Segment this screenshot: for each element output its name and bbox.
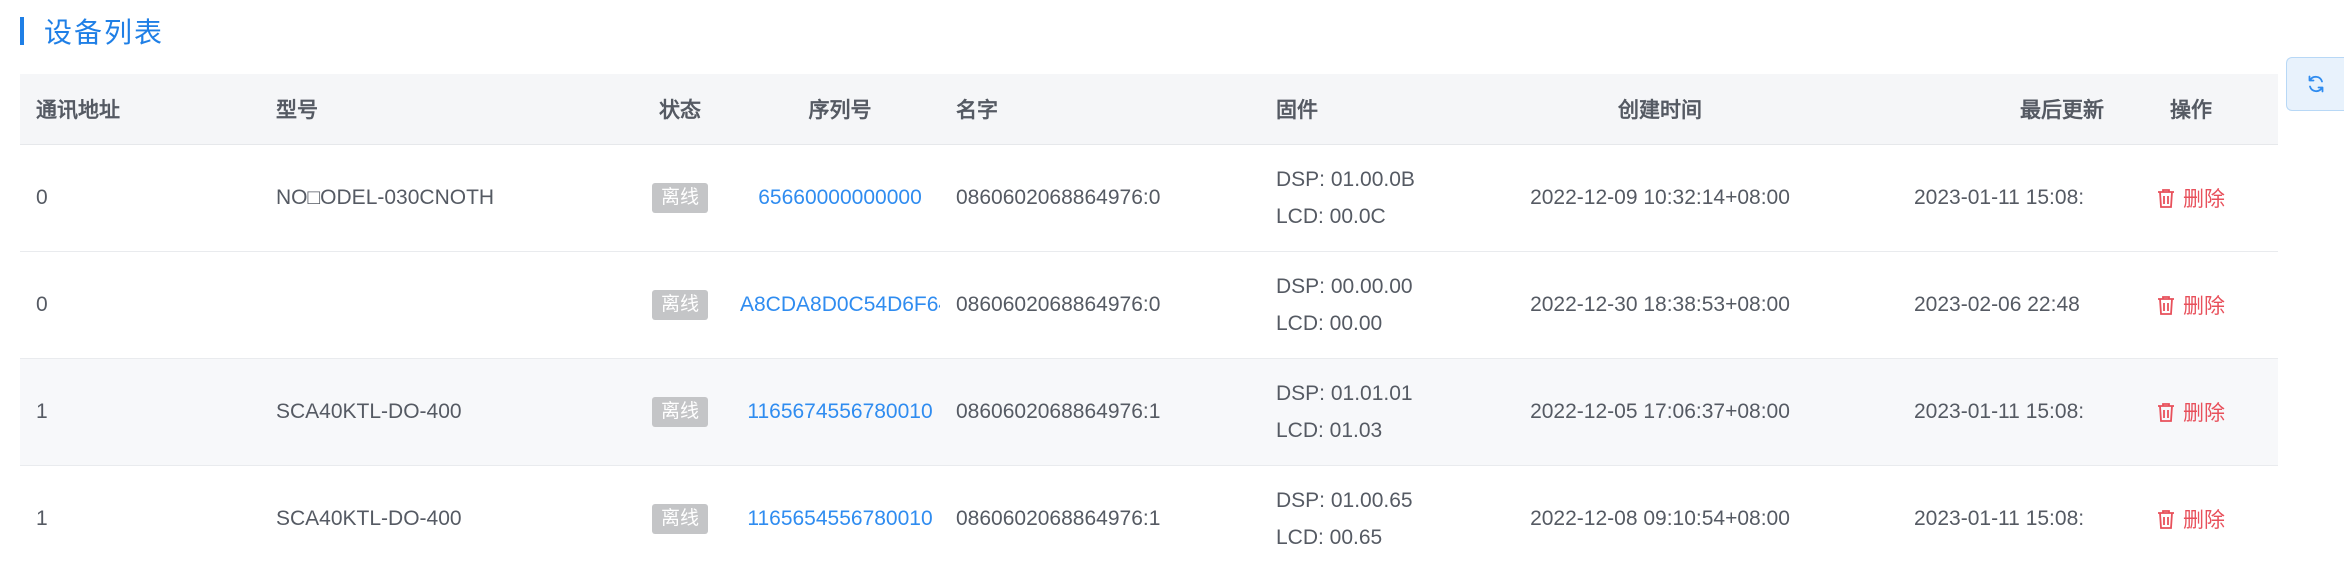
firmware-dsp: DSP: 01.01.01: [1276, 382, 1413, 405]
cell-updated: 2023-01-11 15:08:: [1840, 358, 2104, 466]
header-serial[interactable]: 序列号: [740, 74, 940, 145]
cell-model: NO□ODEL-030CNOTH: [260, 144, 620, 252]
header-address[interactable]: 通讯地址: [20, 74, 260, 145]
serial-link[interactable]: A8CDA8D0C54D6F64: [740, 293, 940, 316]
cell-actions: 删除: [2104, 358, 2278, 466]
status-badge: 离线: [651, 183, 708, 213]
table-row: 1 SCA40KTL-DO-400 离线 1165654556780010 08…: [20, 465, 2278, 567]
cell-status: 离线: [620, 465, 740, 567]
cell-created: 2022-12-09 10:32:14+08:00: [1480, 144, 1840, 252]
refresh-button[interactable]: [2286, 57, 2344, 111]
cell-name: 0860602068864976:1: [940, 465, 1260, 567]
cell-address: 0: [20, 144, 260, 252]
cell-updated: 2023-01-11 15:08:: [1840, 144, 2104, 252]
cell-status: 离线: [620, 358, 740, 466]
cell-actions: 删除: [2104, 465, 2278, 567]
header-name[interactable]: 名字: [940, 74, 1260, 145]
table-row: 0 离线 A8CDA8D0C54D6F64 0860602068864976:0…: [20, 251, 2278, 359]
cell-serial: 1165654556780010: [740, 465, 940, 567]
delete-button[interactable]: 删除: [2157, 397, 2225, 427]
section-header: 设备列表: [20, 14, 164, 48]
cell-model: SCA40KTL-DO-400: [260, 358, 620, 466]
delete-label: 删除: [2183, 294, 2225, 318]
firmware-lcd: LCD: 00.00: [1276, 312, 1383, 335]
cell-created: 2022-12-05 17:06:37+08:00: [1480, 358, 1840, 466]
delete-label: 删除: [2183, 401, 2225, 425]
firmware-lcd: LCD: 01.03: [1276, 419, 1383, 442]
cell-name: 0860602068864976:0: [940, 144, 1260, 252]
cell-serial: 65660000000000: [740, 144, 940, 252]
cell-status: 离线: [620, 144, 740, 252]
delete-button[interactable]: 删除: [2157, 290, 2225, 320]
page-title: 设备列表: [44, 17, 165, 48]
cell-firmware: DSP: 01.01.01 LCD: 01.03: [1260, 358, 1480, 466]
serial-link[interactable]: 1165654556780010: [747, 507, 932, 530]
firmware-lcd: LCD: 00.65: [1276, 526, 1383, 549]
trash-icon: [2158, 509, 2174, 529]
firmware-lcd: LCD: 00.0C: [1276, 205, 1386, 228]
header-firmware[interactable]: 固件: [1260, 74, 1480, 145]
trash-icon: [2158, 402, 2174, 422]
delete-label: 删除: [2183, 508, 2225, 532]
cell-actions: 删除: [2104, 144, 2278, 252]
table-row: 1 SCA40KTL-DO-400 离线 1165674556780010 08…: [20, 358, 2278, 466]
device-table: 通讯地址 型号 状态 序列号 名字 固件 创建时间 最后更新 操作 0 NO□O…: [20, 74, 2278, 567]
cell-serial: 1165674556780010: [740, 358, 940, 466]
trash-icon: [2158, 188, 2174, 208]
table-header-row: 通讯地址 型号 状态 序列号 名字 固件 创建时间 最后更新 操作: [20, 74, 2278, 145]
header-model[interactable]: 型号: [260, 74, 620, 145]
status-badge: 离线: [651, 504, 708, 534]
delete-label: 删除: [2183, 187, 2225, 211]
cell-name: 0860602068864976:1: [940, 358, 1260, 466]
status-badge: 离线: [651, 397, 708, 427]
firmware-dsp: DSP: 01.00.0B: [1276, 168, 1415, 191]
cell-updated: 2023-02-06 22:48: [1840, 251, 2104, 359]
table-row: 0 NO□ODEL-030CNOTH 离线 65660000000000 086…: [20, 144, 2278, 252]
serial-link[interactable]: 1165674556780010: [747, 400, 932, 423]
header-updated[interactable]: 最后更新: [1840, 74, 2104, 145]
firmware-dsp: DSP: 01.00.65: [1276, 489, 1413, 512]
header-created[interactable]: 创建时间: [1480, 74, 1840, 145]
cell-address: 0: [20, 251, 260, 359]
header-actions: 操作: [2104, 74, 2278, 145]
trash-icon: [2158, 295, 2174, 315]
serial-link[interactable]: 65660000000000: [758, 186, 922, 209]
cell-address: 1: [20, 358, 260, 466]
cell-name: 0860602068864976:0: [940, 251, 1260, 359]
cell-firmware: DSP: 00.00.00 LCD: 00.00: [1260, 251, 1480, 359]
cell-updated: 2023-01-11 15:08:: [1840, 465, 2104, 567]
cell-firmware: DSP: 01.00.65 LCD: 00.65: [1260, 465, 1480, 567]
cell-model: SCA40KTL-DO-400: [260, 465, 620, 567]
delete-button[interactable]: 删除: [2157, 183, 2225, 213]
cell-address: 1: [20, 465, 260, 567]
cell-model: [260, 251, 620, 359]
cell-created: 2022-12-08 09:10:54+08:00: [1480, 465, 1840, 567]
cell-status: 离线: [620, 251, 740, 359]
cell-created: 2022-12-30 18:38:53+08:00: [1480, 251, 1840, 359]
refresh-icon: [2308, 75, 2323, 93]
firmware-dsp: DSP: 00.00.00: [1276, 275, 1413, 298]
cell-firmware: DSP: 01.00.0B LCD: 00.0C: [1260, 144, 1480, 252]
delete-button[interactable]: 删除: [2157, 504, 2225, 534]
header-status[interactable]: 状态: [620, 74, 740, 145]
status-badge: 离线: [651, 290, 708, 320]
title-accent-bar: [20, 17, 24, 45]
cell-actions: 删除: [2104, 251, 2278, 359]
cell-serial: A8CDA8D0C54D6F64: [740, 251, 940, 359]
